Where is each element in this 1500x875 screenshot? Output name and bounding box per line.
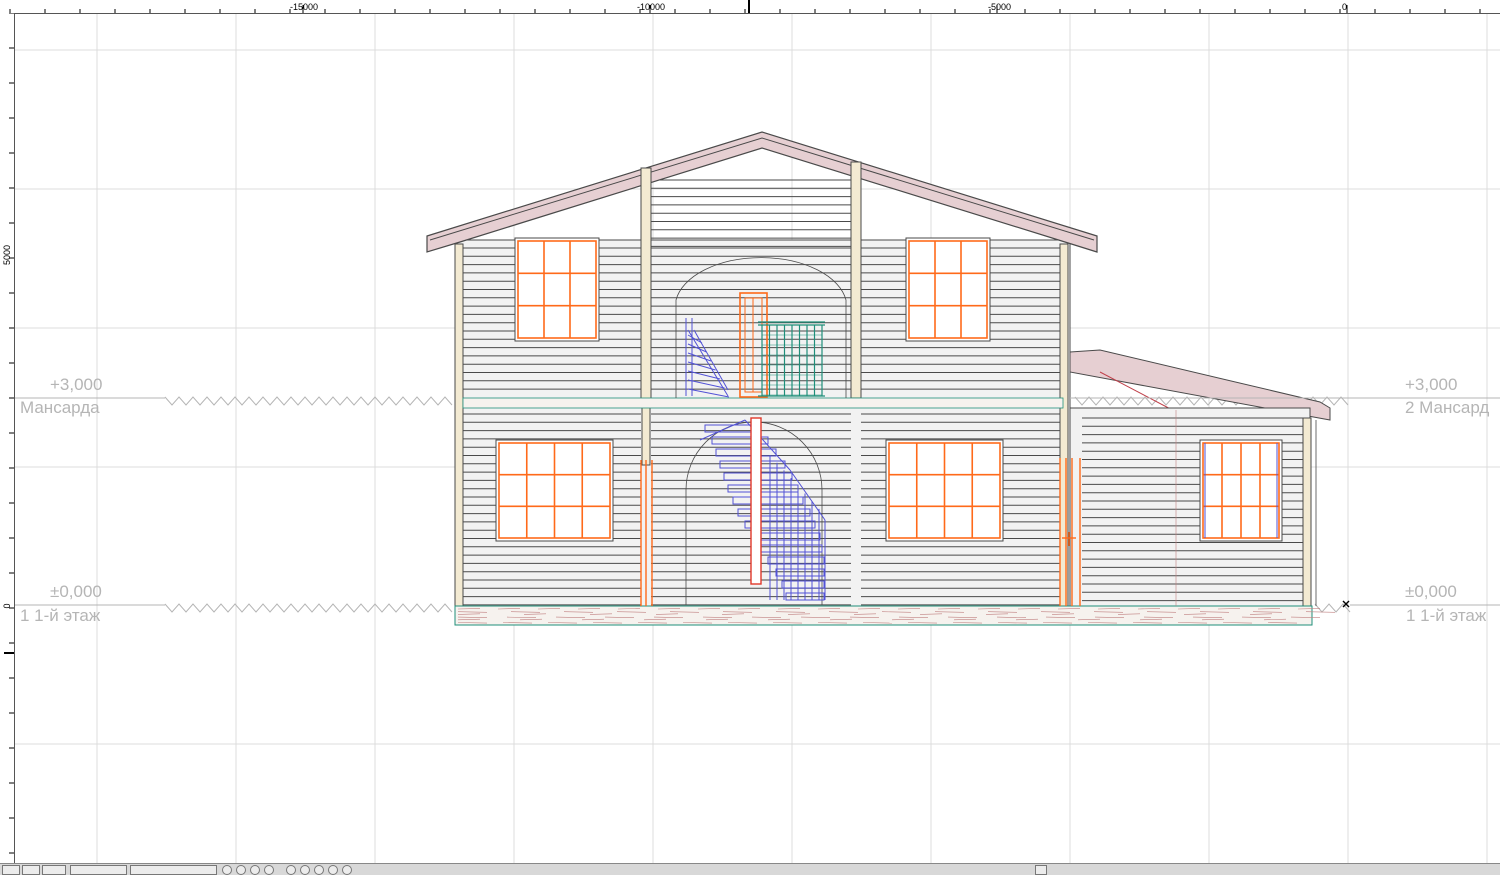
ruler-top[interactable]: -15000 -10000 -5000 0 — [0, 0, 1500, 14]
window-lower-left — [495, 439, 614, 542]
gable-log-courses — [651, 179, 851, 247]
window-lower-middle — [885, 439, 1004, 542]
elevation-drawing — [15, 14, 1500, 863]
level-elevation-ground-left: ±0,000 — [50, 582, 102, 601]
level-elevation-upper-left: +3,000 — [50, 375, 103, 394]
level-elevation-ground-right: ±0,000 — [1405, 582, 1457, 601]
ruler-left-ticks — [4, 13, 14, 854]
window-upper-right — [905, 237, 991, 342]
window-upper-left — [514, 237, 600, 342]
ruler-left[interactable]: 5000 0 — [0, 13, 15, 863]
bottom-toolbar — [0, 863, 1500, 875]
level-name-upper-left: Мансарда — [20, 398, 100, 417]
level-elevation-upper-right: +3,000 — [1405, 375, 1458, 394]
level-name-ground-right: 1 1-й этаж — [1406, 606, 1487, 625]
drawing-canvas[interactable]: +3,000 Мансарда +3,000 2 Мансард ±0,000 … — [15, 14, 1500, 863]
stair-column — [750, 417, 762, 585]
ruler-top-ticks — [9, 0, 1481, 13]
level-name-ground-left: 1 1-й этаж — [20, 606, 101, 625]
window-extension — [1199, 439, 1283, 542]
main-roof — [426, 131, 1098, 253]
level-name-upper-right: 2 Мансард — [1405, 398, 1490, 417]
floor-band — [462, 397, 1064, 409]
